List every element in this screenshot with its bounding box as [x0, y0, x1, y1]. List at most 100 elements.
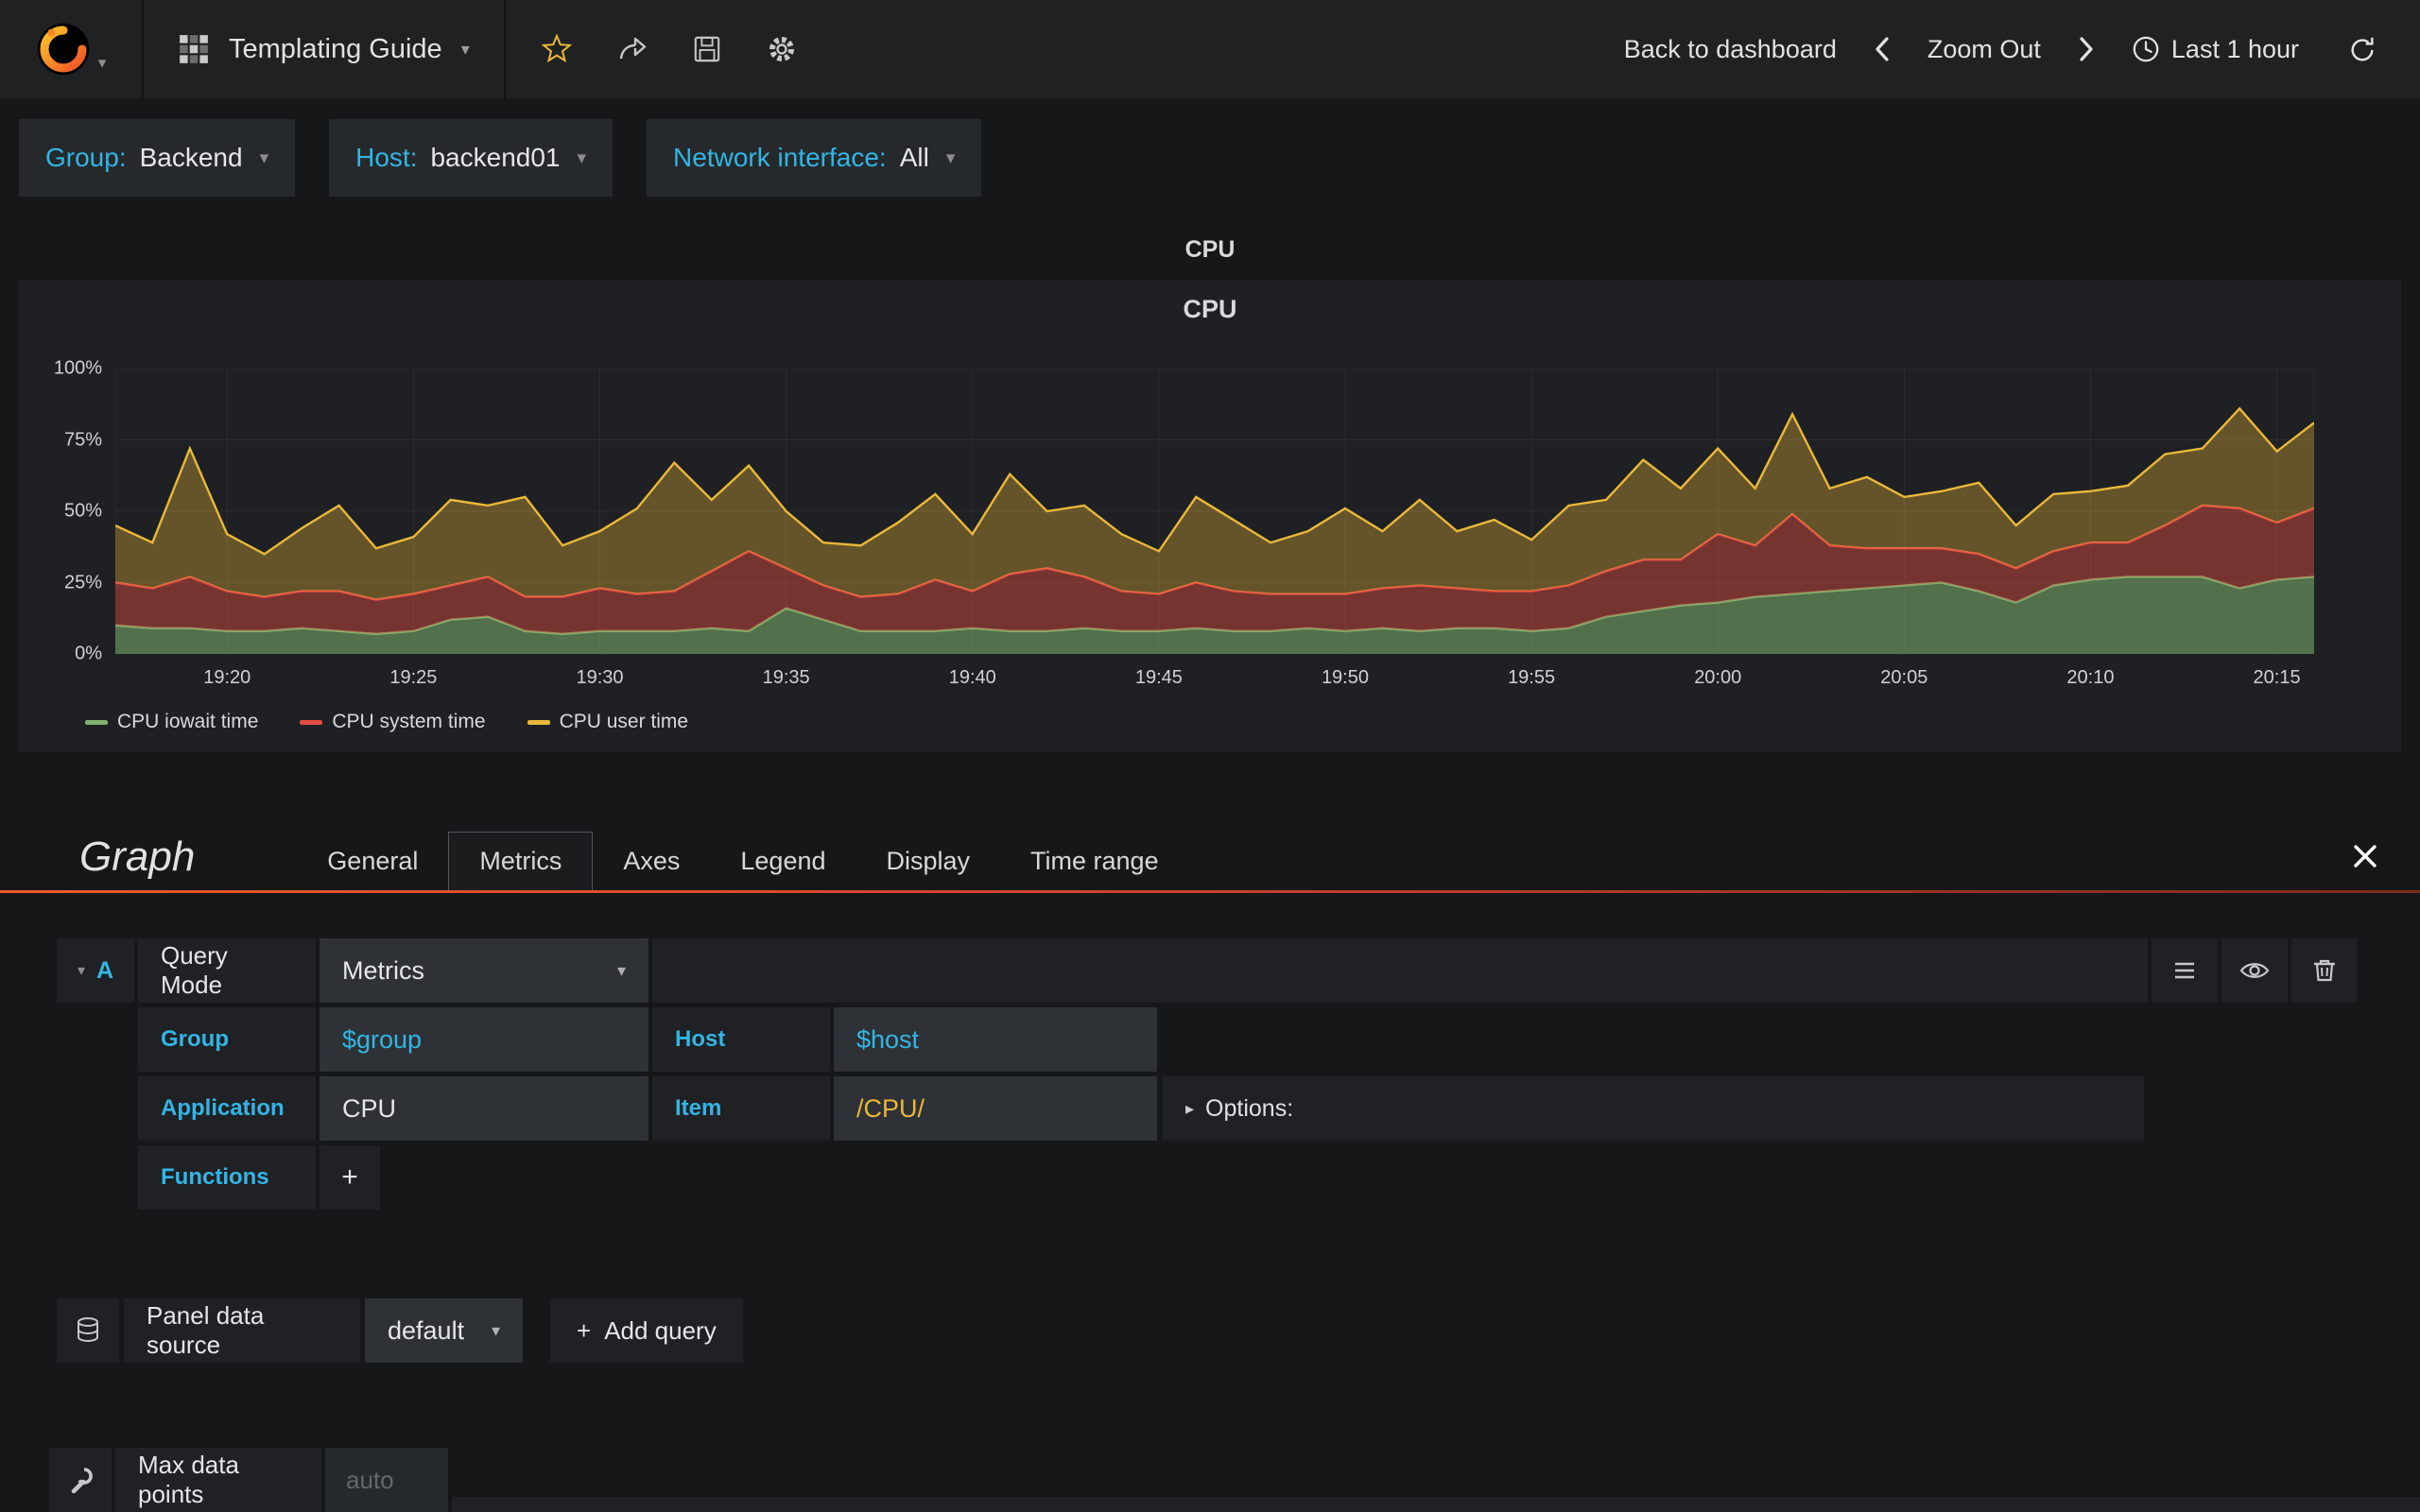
legend-label: CPU system time	[332, 711, 486, 732]
variable-dropdown-group[interactable]: Group: Backend ▾	[19, 119, 296, 197]
x-tick-label: 20:00	[1694, 667, 1742, 688]
application-label: Application	[138, 1076, 316, 1141]
query-menu-button[interactable]	[2152, 938, 2218, 1003]
tab-general[interactable]: General	[297, 833, 448, 890]
back-to-dashboard-link[interactable]: Back to dashboard	[1624, 35, 1837, 64]
y-tick-label: 50%	[63, 500, 102, 522]
chevron-right-icon	[2080, 37, 2093, 61]
toggle-query-visibility-button[interactable]	[2221, 938, 2288, 1003]
datasource-select[interactable]: default ▾	[365, 1298, 523, 1363]
query-collapse-toggle[interactable]: ▾ A	[57, 938, 134, 1003]
graph-panel-title[interactable]: CPU	[19, 280, 2401, 324]
template-variables-row: Group: Backend ▾ Host: backend01 ▾ Network int…	[0, 98, 2420, 217]
star-button[interactable]	[541, 34, 572, 64]
legend-swatch	[527, 719, 550, 725]
options-toggle[interactable]: ▸ Options:	[1163, 1076, 2144, 1141]
tab-legend[interactable]: Legend	[710, 833, 856, 890]
plot-area: 0% 25% 50% 75% 100% 19:20 19:25 19:30 19:35 19:4…	[54, 358, 2314, 688]
max-data-points-input[interactable]	[325, 1448, 448, 1512]
variable-label: Group:	[45, 143, 127, 172]
tab-time-range[interactable]: Time range	[1000, 833, 1189, 890]
variable-dropdown-host[interactable]: Host: backend01 ▾	[329, 119, 614, 197]
options-label: Options:	[1205, 1094, 1294, 1122]
shift-time-forward-button[interactable]	[2077, 36, 2096, 62]
tab-display[interactable]: Display	[856, 833, 1001, 890]
refresh-button[interactable]	[2348, 35, 2377, 63]
x-tick-label: 19:55	[1508, 667, 1556, 688]
tab-metrics[interactable]: Metrics	[448, 832, 594, 890]
variable-label: Host:	[355, 143, 418, 172]
star-icon	[541, 34, 572, 63]
x-tick-label: 19:25	[389, 667, 438, 688]
x-tick-label: 19:20	[203, 667, 251, 688]
grafana-logo-menu[interactable]: ▾	[0, 0, 144, 98]
group-input[interactable]: $group	[320, 1007, 648, 1072]
x-tick-label: 19:50	[1321, 667, 1369, 688]
legend-swatch	[300, 719, 323, 725]
cpu-graph[interactable]	[115, 369, 2314, 654]
query-ref-id: A	[95, 956, 114, 984]
trash-icon	[2314, 959, 2335, 982]
add-query-button[interactable]: + Add query	[550, 1298, 743, 1363]
item-input[interactable]: /CPU/	[834, 1076, 1157, 1141]
legend-item[interactable]: CPU system time	[300, 711, 486, 733]
caret-down-icon: ▾	[77, 963, 85, 979]
zoom-out-button[interactable]: Zoom Out	[1927, 35, 2041, 64]
x-tick-label: 20:05	[1880, 667, 1928, 688]
panel-type-label: Graph	[79, 833, 196, 880]
shift-time-back-button[interactable]	[1873, 36, 1892, 62]
dashboard-title: Templating Guide	[229, 33, 442, 64]
delete-query-button[interactable]	[2291, 938, 2358, 1003]
variable-dropdown-network-interface[interactable]: Network interface: All ▾	[647, 119, 982, 197]
query-row-application-item: Application CPU Item /CPU/ ▸ Options:	[138, 1076, 2358, 1141]
time-range-label: Last 1 hour	[2170, 34, 2299, 63]
tab-axes[interactable]: Axes	[593, 833, 710, 890]
panel-options-row: Max data points	[49, 1448, 2420, 1512]
save-icon	[694, 36, 719, 62]
time-range-picker[interactable]: Last 1 hour	[2132, 35, 2299, 64]
caret-down-icon: ▾	[577, 147, 587, 168]
datasource-value: default	[388, 1315, 465, 1345]
settings-button[interactable]	[767, 34, 797, 64]
variable-value: Backend	[139, 143, 243, 172]
dashboard-title-menu[interactable]: Templating Guide ▾	[144, 0, 506, 98]
datasource-icon-box	[57, 1298, 119, 1363]
close-editor-button[interactable]	[2352, 843, 2378, 869]
query-row-spacer	[652, 938, 2148, 1003]
legend-item[interactable]: CPU user time	[527, 711, 689, 733]
plus-icon: +	[341, 1161, 358, 1193]
navbar-right: Back to dashboard Zoom Out Last 1 hour	[1624, 0, 2420, 98]
share-button[interactable]	[617, 34, 648, 64]
query-mode-select[interactable]: Metrics ▾	[320, 938, 648, 1003]
legend-item[interactable]: CPU iowait time	[85, 711, 258, 733]
refresh-icon	[2351, 37, 2374, 61]
next-row-partial	[452, 1497, 2420, 1512]
host-label: Host	[652, 1007, 830, 1072]
functions-label: Functions	[138, 1145, 316, 1210]
legend-label: CPU user time	[559, 711, 689, 732]
query-editor: ▾ A Query Mode Metrics ▾ Group $group Ho…	[57, 938, 2358, 1210]
database-icon	[78, 1317, 98, 1342]
application-input[interactable]: CPU	[320, 1076, 648, 1141]
x-tick-label: 20:10	[2066, 667, 2115, 688]
caret-down-icon: ▾	[945, 147, 956, 168]
query-row-header: ▾ A Query Mode Metrics ▾	[57, 938, 2358, 1003]
y-tick-label: 75%	[63, 429, 102, 450]
datasource-row: Panel data source default ▾ + Add query	[57, 1298, 2358, 1363]
save-button[interactable]	[693, 35, 721, 63]
graph-panel: CPU 0% 25% 50% 75% 100% 19:20 19:25 19:30 19:35…	[19, 280, 2401, 752]
legend-swatch	[85, 719, 108, 725]
panel-fullscreen-title: CPU	[1184, 236, 1236, 263]
variable-value: All	[899, 143, 929, 172]
add-function-button[interactable]: +	[320, 1145, 380, 1210]
y-tick-label: 0%	[75, 643, 102, 664]
host-input[interactable]: $host	[834, 1007, 1157, 1072]
x-tick-label: 19:45	[1134, 667, 1183, 688]
dashboard-actions	[506, 0, 833, 98]
caret-down-icon: ▾	[491, 1320, 500, 1340]
grafana-logo-icon	[37, 23, 89, 76]
x-axis: 19:20 19:25 19:30 19:35 19:40 19:45 19:50 19:55…	[115, 667, 2314, 692]
caret-down-icon: ▾	[97, 54, 107, 72]
query-row-functions: Functions +	[138, 1145, 2358, 1210]
legend-label: CPU iowait time	[117, 711, 259, 732]
